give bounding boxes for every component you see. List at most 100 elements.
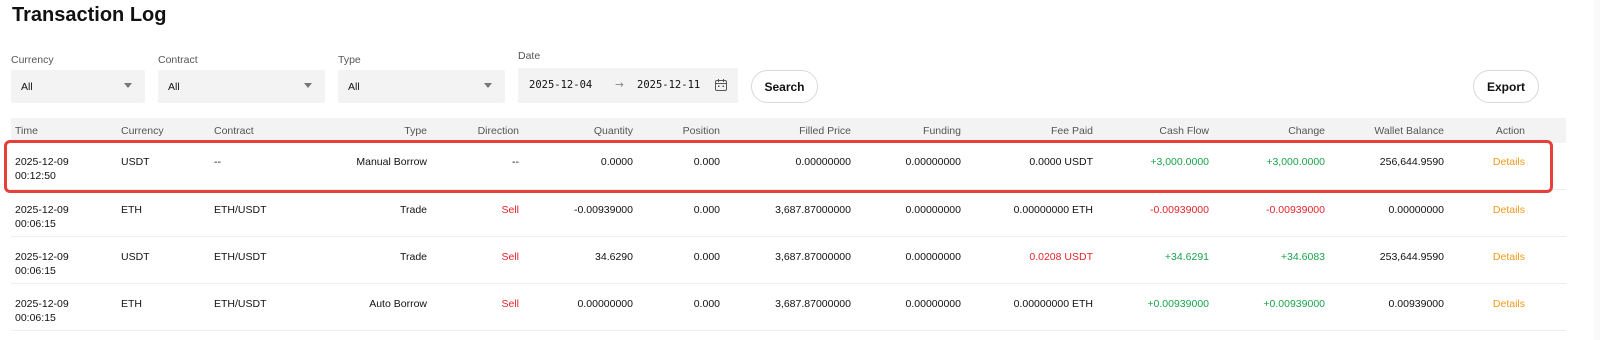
row-position: 0.000 [693,156,720,168]
row-type: Auto Borrow [369,298,427,310]
row-direction: Sell [501,298,519,310]
column-header-wallet-balance: Wallet Balance [1374,125,1444,137]
contract-select-value: All [168,80,180,93]
column-header-direction: Direction [477,125,519,137]
row-filled-price: 3,687.87000000 [775,298,851,310]
currency-select-value: All [21,80,33,93]
contract-filter-label: Contract [158,54,198,66]
row-direction: -- [512,156,519,168]
row-quantity: 0.0000 [600,156,633,168]
details-link[interactable]: Details [1493,297,1525,311]
search-button[interactable]: Search [751,70,818,103]
row-fee-paid: 0.00000000 ETH [1013,298,1093,310]
row-change: +0.00939000 [1263,298,1325,310]
row-cash-flow: +34.6291 [1164,251,1209,263]
column-header-quantity: Quantity [593,125,633,137]
details-link[interactable]: Details [1493,203,1525,217]
row-contract: ETH/USDT [214,251,267,263]
row-quantity: 34.6290 [595,251,633,263]
contract-select[interactable]: All [158,70,325,103]
row-date-text: 2025-12-09 [15,204,69,216]
row-funding: 0.00000000 [905,251,961,263]
row-time: 2025-12-09 00:06:15 [15,250,69,278]
row-time: 2025-12-09 00:12:50 [15,155,69,183]
row-filled-price: 3,687.87000000 [775,204,851,216]
currency-filter-label: Currency [11,54,54,66]
type-select-value: All [348,80,360,93]
currency-select[interactable]: All [11,70,145,103]
row-currency: USDT [121,251,150,263]
row-funding: 0.00000000 [905,298,961,310]
row-cash-flow: +3,000.0000 [1150,156,1209,168]
row-funding: 0.00000000 [905,204,961,216]
row-change: +3,000.0000 [1266,156,1325,168]
date-filter-label: Date [518,50,541,62]
column-header-action: Action [1495,125,1525,137]
row-wallet-balance: 0.00000000 [1388,204,1444,216]
table-row: 2025-12-09 00:06:15 ETH ETH/USDT Auto Bo… [11,284,1566,331]
type-filter-label: Type [338,54,361,66]
row-time-text: 00:12:50 [15,170,56,182]
row-contract: ETH/USDT [214,204,267,216]
row-date-text: 2025-12-09 [15,156,69,168]
row-time-text: 00:06:15 [15,218,56,230]
column-header-position: Position [682,125,720,137]
row-fee-paid: 0.00000000 ETH [1013,204,1093,216]
vertical-scrollbar[interactable] [1594,0,1600,340]
row-wallet-balance: 0.00939000 [1388,298,1444,310]
details-link[interactable]: Details [1493,250,1525,264]
column-header-currency: Currency [121,125,164,137]
export-button[interactable]: Export [1473,70,1539,103]
column-header-filled-price: Filled Price [799,125,851,137]
row-type: Manual Borrow [356,156,427,168]
column-header-cash-flow: Cash Flow [1159,125,1209,137]
table-row: 2025-12-09 00:06:15 USDT ETH/USDT Trade … [11,237,1566,284]
row-funding: 0.00000000 [905,156,961,168]
row-quantity: 0.00000000 [577,298,633,310]
column-header-change: Change [1288,125,1325,137]
row-time-text: 00:06:15 [15,265,56,277]
row-position: 0.000 [693,204,720,216]
column-header-funding: Funding [923,125,961,137]
date-start-input[interactable]: 2025-12-04 [529,79,592,91]
chevron-down-icon [304,83,312,88]
date-range-arrow-icon: → [615,79,624,91]
type-select[interactable]: All [338,70,505,103]
page-title: Transaction Log [12,4,167,26]
column-header-fee-paid: Fee Paid [1050,125,1093,137]
row-filled-price: 0.00000000 [795,156,851,168]
row-change: +34.6083 [1280,251,1325,263]
row-fee-paid: 0.0000 USDT [1029,156,1093,168]
row-position: 0.000 [693,251,720,263]
chevron-down-icon [124,83,132,88]
table-header: Time Currency Contract Type Direction Qu… [11,118,1566,143]
row-time: 2025-12-09 00:06:15 [15,297,69,325]
row-time: 2025-12-09 00:06:15 [15,203,69,231]
row-fee-paid: 0.0208 USDT [1029,251,1093,263]
row-contract: -- [214,156,221,168]
column-header-time: Time [15,125,38,137]
date-end-input[interactable]: 2025-12-11 [637,79,700,91]
row-cash-flow: -0.00939000 [1150,204,1209,216]
row-currency: USDT [121,156,150,168]
calendar-icon[interactable] [714,78,728,92]
row-wallet-balance: 256,644.9590 [1379,156,1444,168]
row-contract: ETH/USDT [214,298,267,310]
column-header-type: Type [404,125,427,137]
row-currency: ETH [121,298,142,310]
table-row: 2025-12-09 00:06:15 ETH ETH/USDT Trade S… [11,190,1566,237]
row-type: Trade [399,251,427,263]
row-cash-flow: +0.00939000 [1147,298,1209,310]
row-date-text: 2025-12-09 [15,251,69,263]
table-row: 2025-12-09 00:12:50 USDT -- Manual Borro… [11,143,1566,190]
date-range-picker[interactable]: 2025-12-04 → 2025-12-11 [518,68,738,103]
row-direction: Sell [501,204,519,216]
row-wallet-balance: 253,644.9590 [1379,251,1444,263]
row-date-text: 2025-12-09 [15,298,69,310]
row-change: -0.00939000 [1266,204,1325,216]
row-type: Trade [399,204,427,216]
row-quantity: -0.00939000 [574,204,633,216]
details-link[interactable]: Details [1493,155,1525,169]
row-currency: ETH [121,204,142,216]
column-header-contract: Contract [214,125,254,137]
